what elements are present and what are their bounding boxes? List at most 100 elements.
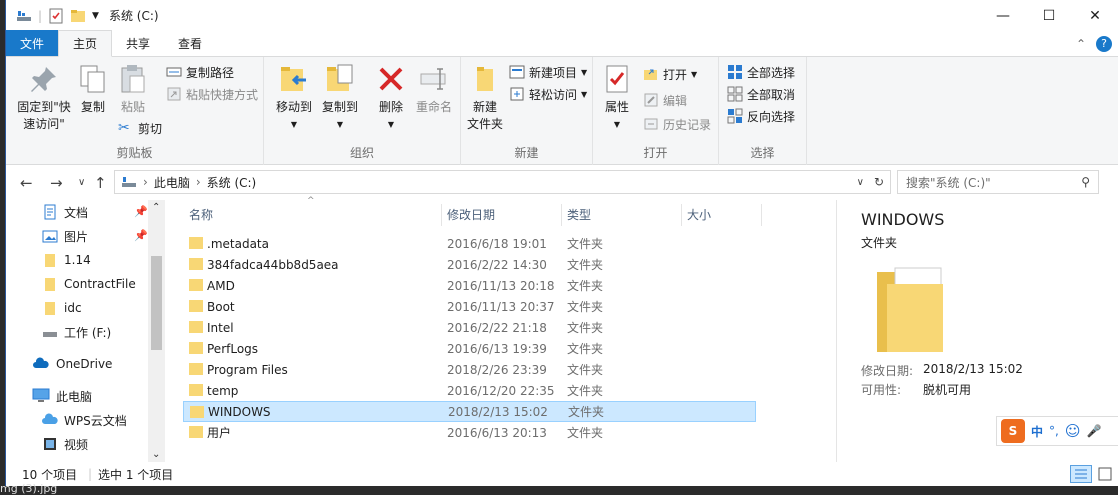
- scroll-down-chevron-icon[interactable]: ⌄: [152, 449, 160, 460]
- paste-button[interactable]: 粘贴: [116, 63, 150, 116]
- copy-to-button[interactable]: 复制到 ▼: [320, 63, 360, 133]
- table-row[interactable]: 用户 2016/6/13 20:13 文件夹: [183, 422, 756, 443]
- nav-item-wps-cloud[interactable]: WPS云文档: [42, 408, 127, 432]
- chevron-down-icon[interactable]: ▼: [92, 11, 99, 21]
- cut-button[interactable]: ✂ 剪切: [118, 117, 162, 139]
- nav-item-work-drive[interactable]: 工作 (F:): [42, 320, 111, 344]
- select-none-icon: [727, 86, 743, 102]
- column-divider[interactable]: [681, 204, 682, 226]
- address-box[interactable]: › 此电脑 › 系统 (C:) ∨ ↻: [114, 170, 891, 194]
- tab-home[interactable]: 主页: [58, 30, 113, 57]
- nav-item-contractfile[interactable]: ContractFile: [42, 272, 136, 296]
- table-row[interactable]: AMD 2016/11/13 20:18 文件夹: [183, 275, 756, 296]
- column-divider[interactable]: [441, 204, 442, 226]
- pin-quick-access-button[interactable]: 固定到"快 速访问": [14, 63, 74, 133]
- address-dropdown-chevron-icon[interactable]: ∨: [857, 177, 864, 188]
- new-folder-icon[interactable]: [70, 8, 86, 24]
- tab-file[interactable]: 文件: [6, 30, 59, 56]
- properties-icon[interactable]: [48, 8, 64, 24]
- pin-icon[interactable]: 📌: [134, 229, 148, 242]
- ime-toolbar[interactable]: S 中 °, ☺ 🎤: [996, 416, 1118, 446]
- select-none-button[interactable]: 全部取消: [727, 83, 795, 105]
- drive-icon[interactable]: [16, 8, 32, 24]
- tab-share[interactable]: 共享: [112, 30, 164, 56]
- column-header-date[interactable]: 修改日期: [447, 202, 495, 226]
- minimize-button[interactable]: —: [980, 0, 1026, 31]
- nav-item-onedrive[interactable]: OneDrive: [32, 352, 112, 376]
- delete-button[interactable]: 删除 ▼: [374, 63, 408, 133]
- rename-button[interactable]: 重命名: [412, 63, 456, 116]
- new-item-button[interactable]: 新建项目 ▼: [509, 61, 587, 83]
- copy-button[interactable]: 复制: [76, 63, 110, 116]
- breadcrumb-drive[interactable]: 系统 (C:): [207, 174, 257, 191]
- column-divider[interactable]: [761, 204, 762, 226]
- recent-locations-chevron-icon[interactable]: ∨: [78, 177, 85, 188]
- nav-item-videos[interactable]: 视频: [42, 432, 88, 456]
- column-header-size[interactable]: 大小: [687, 202, 711, 226]
- drive-icon: [43, 332, 57, 337]
- maximize-button[interactable]: ☐: [1026, 0, 1072, 31]
- file-list: 名称 ^ 修改日期 类型 大小 .metadata 2016/6/18 19:01…: [181, 196, 821, 462]
- nav-item-documents[interactable]: 文档: [42, 200, 88, 224]
- navigation-pane: 文档 📌 图片 📌 1.14 ContractFile idc 工作 (F:) …: [6, 200, 166, 462]
- close-button[interactable]: ✕: [1072, 0, 1118, 31]
- scrollbar-thumb[interactable]: [151, 256, 162, 350]
- emoji-icon[interactable]: ☺: [1065, 422, 1081, 440]
- table-row[interactable]: PerfLogs 2016/6/13 19:39 文件夹: [183, 338, 756, 359]
- search-icon[interactable]: ⚲: [1081, 175, 1090, 189]
- tab-view[interactable]: 查看: [164, 30, 216, 56]
- up-arrow-icon[interactable]: ↑: [94, 174, 107, 192]
- ribbon-tabs: 文件 主页 共享 查看 ⌃ ?: [6, 30, 1118, 57]
- table-row[interactable]: .metadata 2016/6/18 19:01 文件夹: [183, 233, 756, 254]
- table-row[interactable]: Program Files 2018/2/26 23:39 文件夹: [183, 359, 756, 380]
- search-input[interactable]: 搜索"系统 (C:)" ⚲: [897, 170, 1099, 194]
- move-to-icon: [281, 67, 306, 91]
- scroll-up-chevron-icon[interactable]: ⌃: [152, 202, 160, 213]
- folder-icon: [189, 279, 203, 291]
- search-placeholder: 搜索"系统 (C:)": [906, 175, 991, 190]
- properties-button[interactable]: 属性 ▼: [599, 63, 635, 133]
- invert-selection-button[interactable]: 反向选择: [727, 105, 795, 127]
- copy-path-button[interactable]: 复制路径: [166, 61, 234, 83]
- nav-item-1-14[interactable]: 1.14: [42, 248, 91, 272]
- new-folder-button[interactable]: 新建 文件夹: [463, 63, 507, 133]
- nav-item-this-pc[interactable]: 此电脑: [32, 384, 92, 408]
- collapse-ribbon-icon[interactable]: ⌃: [1076, 37, 1086, 51]
- table-row[interactable]: Intel 2016/2/22 21:18 文件夹: [183, 317, 756, 338]
- column-header-type[interactable]: 类型: [567, 202, 591, 226]
- paste-shortcut-button[interactable]: 粘贴快捷方式: [166, 83, 258, 105]
- details-view-button[interactable]: [1070, 465, 1092, 483]
- selected-count: 选中 1 个项目: [98, 467, 174, 482]
- help-icon[interactable]: ?: [1096, 36, 1112, 52]
- modified-label: 修改日期:: [861, 364, 914, 378]
- breadcrumb-this-pc[interactable]: 此电脑: [154, 174, 190, 191]
- edit-button[interactable]: 编辑: [643, 89, 687, 111]
- select-all-icon: [728, 65, 742, 79]
- select-all-button[interactable]: 全部选择: [727, 61, 795, 83]
- table-row[interactable]: 384fadca44bb8d5aea 2016/2/22 14:30 文件夹: [183, 254, 756, 275]
- nav-item-idc[interactable]: idc: [42, 296, 82, 320]
- sogou-logo-icon[interactable]: S: [1001, 419, 1025, 443]
- open-button[interactable]: 打开 ▼: [643, 63, 697, 85]
- new-group: 新建 文件夹 新建项目 ▼ 轻松访问 ▼ 新建: [461, 57, 593, 165]
- ime-punctuation[interactable]: °,: [1049, 424, 1059, 438]
- easy-access-button[interactable]: 轻松访问 ▼: [509, 83, 587, 105]
- column-header-name[interactable]: 名称: [189, 202, 213, 226]
- column-divider[interactable]: [561, 204, 562, 226]
- back-arrow-icon[interactable]: ←: [20, 174, 33, 192]
- large-icons-view-icon: [1098, 467, 1112, 481]
- navigation-scrollbar[interactable]: ⌃ ⌄: [148, 200, 165, 462]
- history-button[interactable]: 历史记录: [643, 113, 711, 135]
- nav-item-pictures[interactable]: 图片: [42, 224, 88, 248]
- large-icons-view-button[interactable]: [1096, 465, 1114, 483]
- table-row[interactable]: Boot 2016/11/13 20:37 文件夹: [183, 296, 756, 317]
- table-row[interactable]: temp 2016/12/20 22:35 文件夹: [183, 380, 756, 401]
- ime-language[interactable]: 中: [1031, 423, 1043, 440]
- refresh-icon[interactable]: ↻: [874, 175, 884, 189]
- folder-icon: [45, 254, 55, 267]
- table-row-selected[interactable]: WINDOWS 2018/2/13 15:02 文件夹: [183, 401, 756, 422]
- pin-icon[interactable]: 📌: [134, 205, 148, 218]
- move-to-button[interactable]: 移动到 ▼: [274, 63, 314, 133]
- microphone-icon[interactable]: 🎤: [1086, 424, 1101, 438]
- forward-arrow-icon[interactable]: →: [50, 174, 63, 192]
